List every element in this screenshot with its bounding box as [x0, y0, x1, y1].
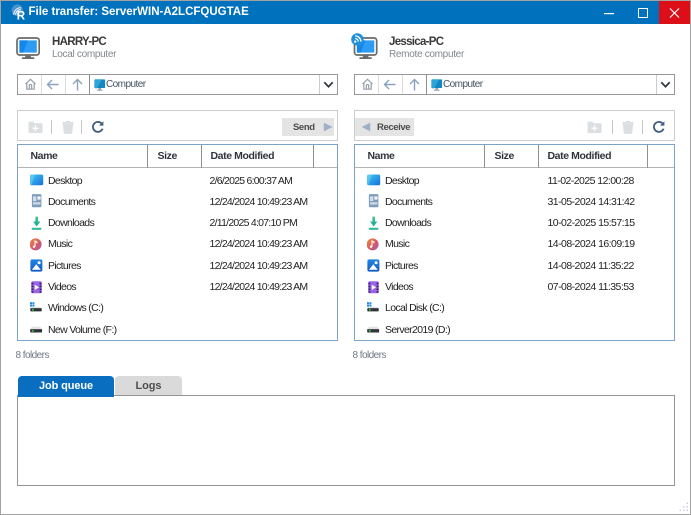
svg-text:R: R — [17, 11, 26, 23]
